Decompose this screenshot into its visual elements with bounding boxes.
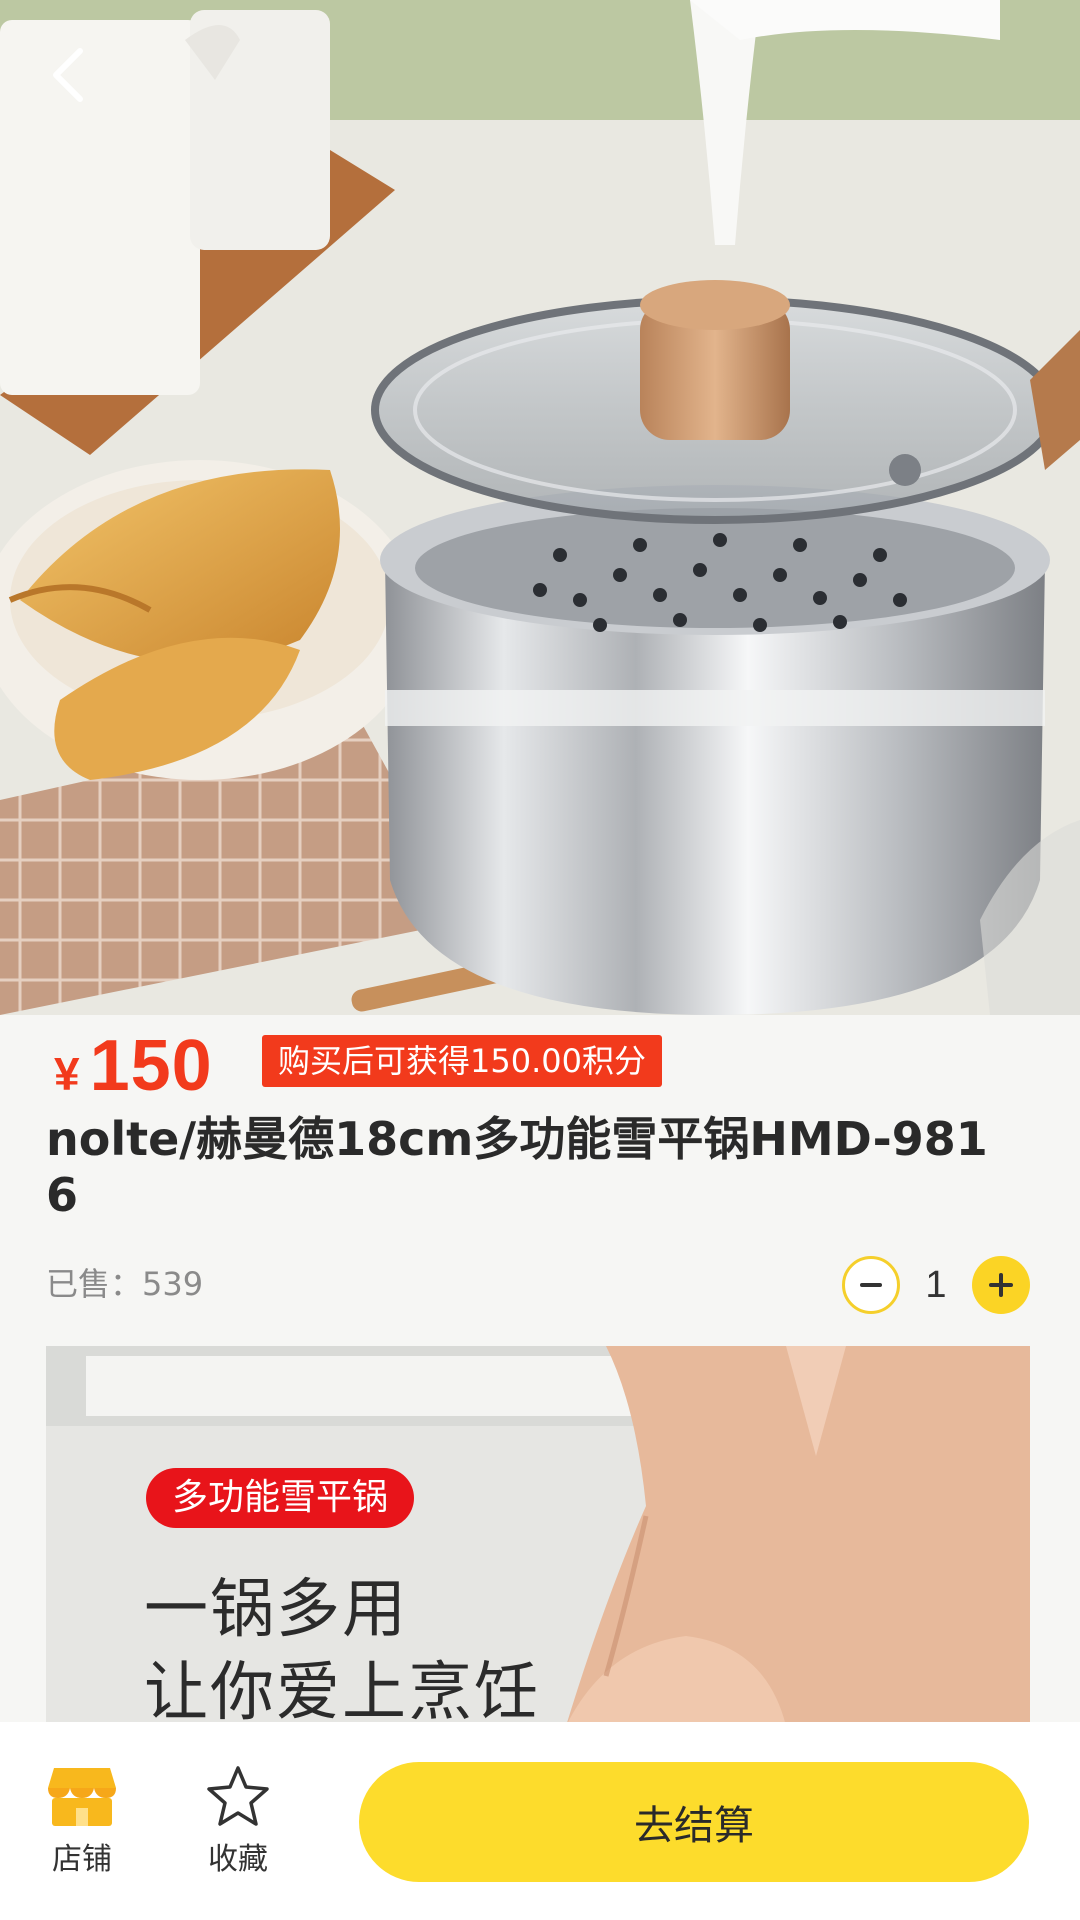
favorite-button[interactable]: 收藏 xyxy=(183,1764,293,1878)
shop-icon xyxy=(48,1768,116,1826)
shop-button[interactable]: 店铺 xyxy=(27,1764,137,1878)
sold-count: 已售：539 xyxy=(46,1265,204,1303)
product-price: ¥ 150 xyxy=(54,1025,213,1107)
product-title: nolte/赫曼德18cm多功能雪平锅HMD-9816 xyxy=(46,1112,988,1222)
product-info-section: ¥ 150 购买后可获得150.00积分 nolte/赫曼德18cm多功能雪平锅… xyxy=(0,1015,1080,1345)
detail-headline-1: 一锅多用 xyxy=(144,1573,408,1647)
points-badge: 购买后可获得150.00积分 xyxy=(262,1035,662,1087)
bottom-action-bar: 店铺 收藏 去结算 xyxy=(0,1722,1080,1920)
detail-headline-2: 让你爱上烹饪 xyxy=(144,1656,540,1726)
star-icon xyxy=(207,1766,269,1826)
currency-symbol: ¥ xyxy=(54,1048,80,1100)
minus-icon xyxy=(860,1283,882,1287)
price-value: 150 xyxy=(89,1026,213,1106)
product-hero-image[interactable] xyxy=(0,0,1080,1015)
quantity-stepper: 1 xyxy=(842,1256,1030,1314)
product-photo-illustration xyxy=(0,0,1080,1015)
product-detail-page: ¥ 150 购买后可获得150.00积分 nolte/赫曼德18cm多功能雪平锅… xyxy=(0,0,1080,1920)
detail-feature-tag: 多功能雪平锅 xyxy=(146,1468,415,1528)
chevron-left-icon xyxy=(53,48,83,102)
shop-label: 店铺 xyxy=(52,1842,112,1877)
quantity-value: 1 xyxy=(925,1263,947,1306)
checkout-button[interactable]: 去结算 xyxy=(359,1762,1029,1882)
product-detail-image: 多功能雪平锅 一锅多用 让你爱上烹饪 xyxy=(46,1346,1030,1726)
favorite-label: 收藏 xyxy=(208,1842,268,1877)
back-button[interactable] xyxy=(38,40,98,110)
increase-quantity-button[interactable] xyxy=(972,1256,1030,1314)
decrease-quantity-button[interactable] xyxy=(842,1256,900,1314)
plus-icon xyxy=(989,1273,1013,1297)
